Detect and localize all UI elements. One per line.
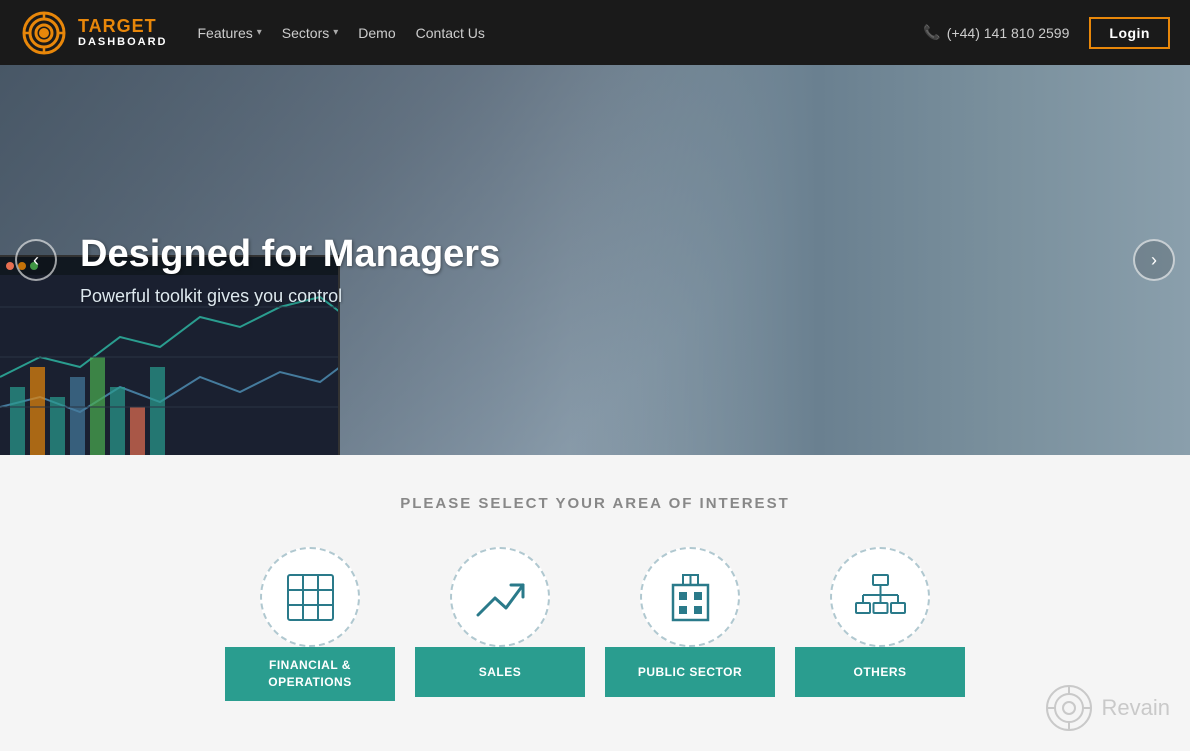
hero-section: Designed for Managers Powerful toolkit g… — [0, 65, 1190, 455]
interest-section-title: PLEASE SELECT YOUR AREA OF INTEREST — [20, 495, 1170, 512]
phone-number: (+44) 141 810 2599 — [947, 25, 1070, 41]
navbar-right: 📞 (+44) 141 810 2599 Login — [923, 17, 1170, 49]
card-label-public: PUBLIC SECTOR — [605, 647, 775, 697]
logo-dashboard-label: DASHBOARD — [78, 36, 168, 48]
logo-text: TARGET DASHBOARD — [78, 17, 168, 49]
hero-content: Designed for Managers Powerful toolkit g… — [0, 213, 500, 307]
hero-next-arrow[interactable]: › — [1133, 239, 1175, 281]
others-icon — [853, 570, 908, 625]
card-label-sales: SALES — [415, 647, 585, 697]
phone-icon: 📞 — [923, 24, 940, 41]
nav-features[interactable]: Features ▾ — [198, 25, 262, 41]
revain-text: Revain — [1102, 695, 1170, 721]
login-button[interactable]: Login — [1089, 17, 1170, 49]
card-label-others: OTHERS — [795, 647, 965, 697]
nav-links: Features ▾ Sectors ▾ Demo Contact Us — [198, 25, 485, 41]
card-icon-wrapper-sales — [450, 547, 550, 647]
logo[interactable]: TARGET DASHBOARD — [20, 9, 168, 57]
logo-icon — [20, 9, 68, 57]
nav-sectors[interactable]: Sectors ▾ — [282, 25, 339, 41]
watermark: Revain — [1044, 683, 1170, 733]
revain-logo-icon — [1044, 683, 1094, 733]
chevron-down-icon: ▾ — [333, 27, 338, 38]
phone-container: 📞 (+44) 141 810 2599 — [923, 24, 1069, 41]
hero-person-image — [570, 65, 1190, 455]
hero-title: Designed for Managers — [80, 233, 500, 276]
chevron-down-icon: ▾ — [257, 27, 262, 38]
hero-subtitle: Powerful toolkit gives you control — [80, 286, 500, 307]
card-label-financial: FINANCIAL &OPERATIONS — [225, 647, 395, 701]
card-icon-wrapper-others — [830, 547, 930, 647]
nav-contact-us[interactable]: Contact Us — [416, 25, 485, 41]
navbar: TARGET DASHBOARD Features ▾ Sectors ▾ De… — [0, 0, 1190, 65]
navbar-left: TARGET DASHBOARD Features ▾ Sectors ▾ De… — [20, 9, 485, 57]
sales-icon — [473, 570, 528, 625]
interest-section: PLEASE SELECT YOUR AREA OF INTEREST FINA… — [0, 455, 1190, 751]
card-others[interactable]: OTHERS — [795, 547, 965, 701]
card-icon-wrapper-public — [640, 547, 740, 647]
card-sales[interactable]: SALES — [415, 547, 585, 701]
logo-target-label: TARGET — [78, 17, 168, 37]
card-public-sector[interactable]: PUBLIC SECTOR — [605, 547, 775, 701]
hero-prev-arrow[interactable]: ‹ — [15, 239, 57, 281]
interest-cards-container: FINANCIAL &OPERATIONS SALES — [20, 547, 1170, 701]
public-sector-icon — [663, 570, 718, 625]
card-icon-wrapper-financial — [260, 547, 360, 647]
financial-icon — [283, 570, 338, 625]
nav-demo[interactable]: Demo — [358, 25, 395, 41]
card-financial-operations[interactable]: FINANCIAL &OPERATIONS — [225, 547, 395, 701]
